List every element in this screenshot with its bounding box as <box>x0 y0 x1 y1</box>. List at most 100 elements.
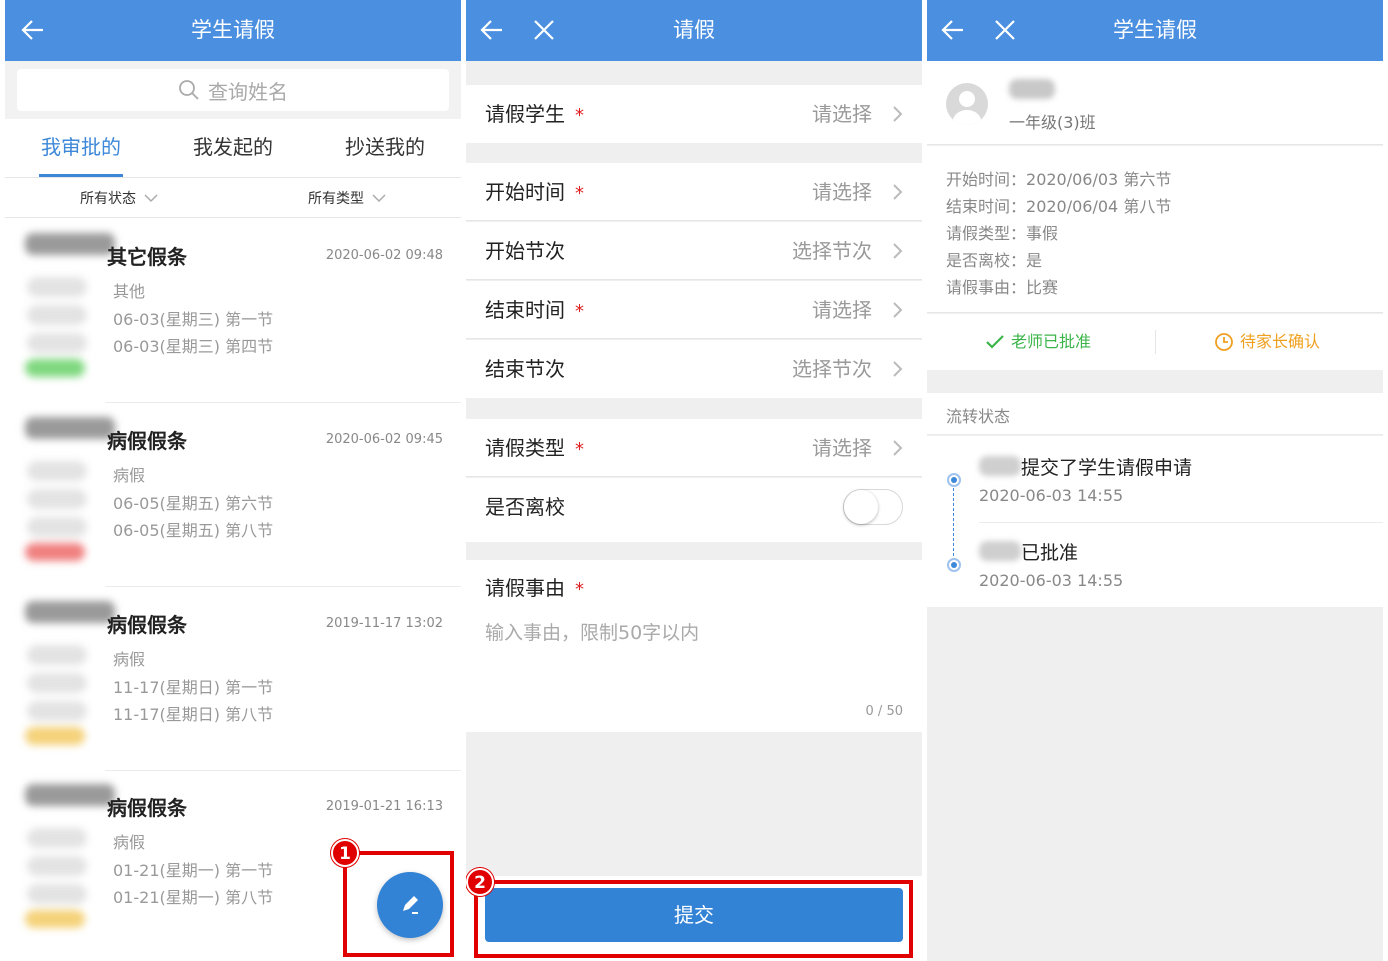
leave-school-label: 是否离校 <box>485 495 565 519</box>
status-filter-label: 所有状态 <box>80 190 136 207</box>
detail-row: 请假类型：事假 <box>946 220 1058 244</box>
divider <box>1155 330 1156 354</box>
tab-cc-me[interactable]: 抄送我的 <box>309 119 461 177</box>
flow-step-time: 2020-06-03 14:55 <box>979 486 1124 505</box>
leave-end: 11-17(星期日) 第八节 <box>113 705 274 724</box>
tab-my-initiated[interactable]: 我发起的 <box>157 119 309 177</box>
flow-step-text: 提交了学生请假申请 <box>1021 457 1193 479</box>
search-bar: 查询姓名 <box>5 61 461 119</box>
detail-value: 比赛 <box>1026 278 1059 297</box>
timeline-dot <box>947 473 961 487</box>
status-badge <box>25 910 85 928</box>
required-mark: * <box>575 301 584 322</box>
step-badge-1: 1 <box>331 839 359 867</box>
page-title: 学生请假 <box>191 18 275 42</box>
step-badge-2: 2 <box>466 868 494 896</box>
blurred-student-info <box>17 219 115 379</box>
flow-title: 流转状态 <box>946 407 1011 426</box>
flow-step-text: 已批准 <box>1021 542 1079 564</box>
detail-row: 开始时间：2020/06/03 第六节 <box>946 166 1171 190</box>
start-period-row[interactable]: 开始节次 选择节次 <box>466 222 922 280</box>
detail-value: 2020/06/03 第六节 <box>1026 170 1172 189</box>
leave-type: 病假假条 <box>107 613 187 637</box>
start-time-row[interactable]: 开始时间 * 请选择 <box>466 163 922 221</box>
required-mark: * <box>575 105 584 126</box>
end-period-row[interactable]: 结束节次 选择节次 <box>466 340 922 398</box>
list-item[interactable]: 病假假条 2019-11-17 13:02 病假 11-17(星期日) 第一节 … <box>5 587 461 771</box>
leave-end: 01-21(星期一) 第八节 <box>113 888 274 907</box>
pending-label: 待家长确认 <box>1240 332 1321 351</box>
start-time-label: 开始时间 <box>485 180 565 204</box>
detail-label: 请假事由： <box>946 278 1027 297</box>
end-period-label: 结束节次 <box>485 357 565 381</box>
app-bar: 学生请假 <box>927 0 1383 61</box>
detail-row: 结束时间：2020/06/04 第八节 <box>946 193 1171 217</box>
page-title: 学生请假 <box>1113 18 1197 42</box>
detail-value: 是 <box>1026 251 1043 270</box>
leave-form-panel: 请假 请假学生 * 请选择 开始时间 * 请选择 开始节次 选择节次 结束时间 * 请… <box>466 0 922 961</box>
field-label: 结束时间 * <box>485 281 584 341</box>
tab-my-approvals[interactable]: 我审批的 <box>5 119 157 177</box>
required-mark: * <box>575 183 584 204</box>
leave-end: 06-03(星期三) 第四节 <box>113 337 274 356</box>
required-mark: * <box>575 579 584 600</box>
search-placeholder: 查询姓名 <box>208 79 288 104</box>
list-item[interactable]: 其它假条 2020-06-02 09:48 其他 06-03(星期三) 第一节 … <box>5 219 461 403</box>
chevron-right-icon <box>893 440 903 456</box>
clock-icon <box>1215 333 1233 351</box>
end-time-row[interactable]: 结束时间 * 请选择 <box>466 281 922 339</box>
end-time-label: 结束时间 <box>485 298 565 322</box>
highlight-box-2 <box>474 880 913 958</box>
reason-field[interactable]: 请假事由 * 输入事由，限制50字以内 0 / 50 <box>466 560 922 732</box>
status-filter[interactable]: 所有状态 <box>5 178 233 217</box>
chevron-right-icon <box>893 243 903 259</box>
page-title: 请假 <box>673 18 715 42</box>
leave-type-row[interactable]: 请假类型 * 请选择 <box>466 419 922 477</box>
detail-label: 结束时间： <box>946 197 1027 216</box>
approved-label: 老师已批准 <box>1011 332 1092 351</box>
required-mark: * <box>575 439 584 460</box>
end-period-value: 选择节次 <box>792 357 872 381</box>
student-select-row[interactable]: 请假学生 * 请选择 <box>466 85 922 143</box>
leave-school-toggle[interactable] <box>843 489 903 525</box>
leave-type: 病假假条 <box>107 429 187 453</box>
blurred-student-name <box>1009 79 1055 99</box>
divider <box>979 522 1383 523</box>
class-name: 一年级(3)班 <box>1009 113 1096 132</box>
chevron-down-icon <box>144 193 158 202</box>
blurred-actor-name <box>979 456 1021 476</box>
chevron-right-icon <box>893 361 903 377</box>
leave-reason: 病假 <box>113 650 146 669</box>
search-input[interactable]: 查询姓名 <box>17 69 449 111</box>
flow-header: 流转状态 <box>927 393 1383 435</box>
blurred-student-info <box>17 587 115 747</box>
start-time-value: 请选择 <box>812 180 872 204</box>
leave-type-value: 请选择 <box>812 436 872 460</box>
leave-start: 01-21(星期一) 第一节 <box>113 861 274 880</box>
leave-start: 06-05(星期五) 第六节 <box>113 494 274 513</box>
leave-list-panel: 学生请假 查询姓名 我审批的 我发起的 抄送我的 所有状态 所有类型 其它假条 … <box>5 0 461 961</box>
chevron-right-icon <box>893 106 903 122</box>
list-item[interactable]: 病假假条 2020-06-02 09:45 病假 06-05(星期五) 第六节 … <box>5 403 461 587</box>
flow-step-time: 2020-06-03 14:55 <box>979 571 1124 590</box>
leave-reason: 其他 <box>113 282 146 301</box>
detail-label: 请假类型： <box>946 224 1027 243</box>
submit-time: 2020-06-02 09:48 <box>325 248 443 263</box>
leave-detail-panel: 学生请假 一年级(3)班 开始时间：2020/06/03 第六节 结束时间：20… <box>927 0 1383 961</box>
leave-type-label: 请假类型 <box>485 436 565 460</box>
leave-type: 其它假条 <box>107 245 187 269</box>
leave-reason: 病假 <box>113 466 146 485</box>
end-time-value: 请选择 <box>812 298 872 322</box>
type-filter[interactable]: 所有类型 <box>233 178 461 217</box>
status-badge <box>25 727 85 745</box>
user-icon <box>952 91 982 125</box>
blurred-student-info <box>17 770 115 930</box>
search-icon <box>179 80 199 100</box>
status-badge <box>25 359 85 377</box>
reason-placeholder: 输入事由，限制50字以内 <box>485 622 700 644</box>
leave-end: 06-05(星期五) 第八节 <box>113 521 274 540</box>
timeline-dot <box>947 558 961 572</box>
timeline-line <box>953 488 954 566</box>
filter-bar: 所有状态 所有类型 <box>5 178 461 218</box>
check-icon <box>986 335 1004 349</box>
